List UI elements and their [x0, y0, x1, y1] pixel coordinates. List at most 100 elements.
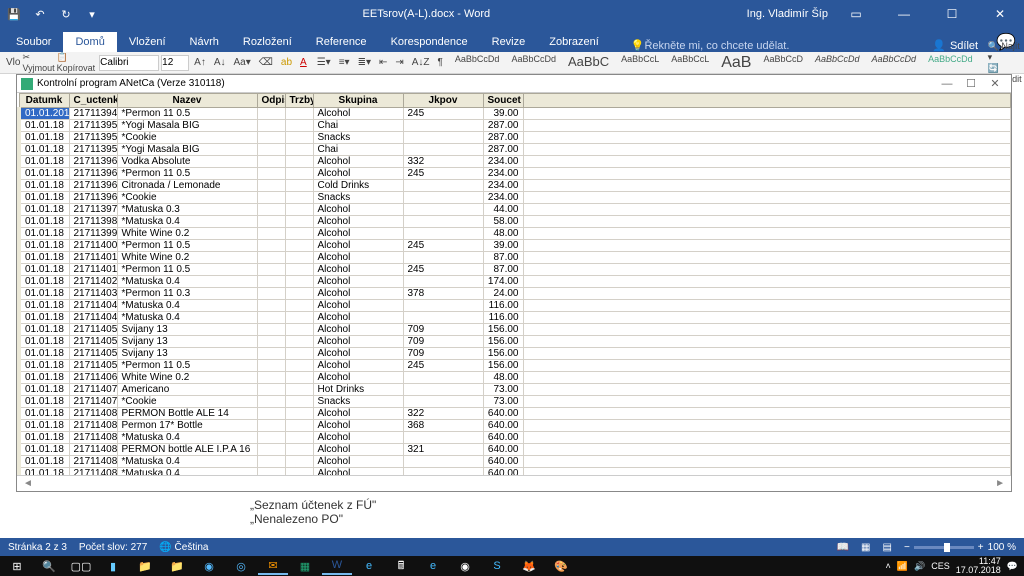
- multilevel-icon[interactable]: ≣▾: [355, 56, 374, 69]
- cell-trzby[interactable]: [285, 420, 313, 432]
- table-row[interactable]: 01.01.1821711404*Matuska 0.4Alcohol116.0…: [19, 312, 1011, 324]
- cell-c-uctenky[interactable]: 21711408: [69, 420, 117, 432]
- cell-nazev[interactable]: White Wine 0.2: [117, 228, 257, 240]
- style-quote[interactable]: AaBbCcDd: [923, 52, 978, 74]
- cell-soucet[interactable]: 44.00: [483, 204, 523, 216]
- paste-button[interactable]: Vlo: [6, 57, 20, 68]
- cell-soucet[interactable]: 640.00: [483, 432, 523, 444]
- decrease-indent-icon[interactable]: ⇤: [376, 56, 390, 69]
- taskbar-excel[interactable]: ▦: [290, 557, 320, 575]
- cell-trzby[interactable]: [285, 456, 313, 468]
- view-read-icon[interactable]: 📖: [837, 542, 849, 553]
- cell-trzby[interactable]: [285, 240, 313, 252]
- file-explorer-icon[interactable]: 📁: [130, 557, 160, 575]
- table-row[interactable]: 01.01.1821711398*Matuska 0.4Alcohol58.00: [19, 216, 1011, 228]
- cell-soucet[interactable]: 640.00: [483, 420, 523, 432]
- cell-trzby[interactable]: [285, 216, 313, 228]
- col-skupina[interactable]: Skupina: [313, 94, 403, 108]
- cell-soucet[interactable]: 640.00: [483, 456, 523, 468]
- cell-trzby[interactable]: [285, 408, 313, 420]
- cell-trzby[interactable]: [285, 432, 313, 444]
- status-words[interactable]: Počet slov: 277: [79, 542, 147, 553]
- shrink-font-icon[interactable]: A↓: [211, 56, 229, 69]
- zoom-slider[interactable]: [914, 546, 974, 549]
- save-icon[interactable]: 💾: [4, 4, 24, 24]
- cell-odpis[interactable]: [257, 180, 285, 192]
- cell-c-uctenky[interactable]: 21711396: [69, 180, 117, 192]
- cell-datumk[interactable]: 01.01.18: [19, 348, 69, 360]
- table-row[interactable]: 01.01.1821711407AmericanoHot Drinks73.00: [19, 384, 1011, 396]
- cell-odpis[interactable]: [257, 276, 285, 288]
- cell-skupina[interactable]: Chai: [313, 144, 403, 156]
- cell-jkpov[interactable]: [403, 228, 483, 240]
- sort-icon[interactable]: A↓Z: [409, 56, 433, 69]
- table-row[interactable]: 01.01.201821711394*Permon 11 0.5Alcohol2…: [19, 108, 1011, 120]
- table-row[interactable]: 01.01.1821711405*Permon 11 0.5Alcohol245…: [19, 360, 1011, 372]
- cell-odpis[interactable]: [257, 372, 285, 384]
- tell-me-input[interactable]: 💡 Řekněte mi, co chcete udělat.: [631, 39, 790, 52]
- cell-odpis[interactable]: [257, 288, 285, 300]
- cell-jkpov[interactable]: [403, 300, 483, 312]
- system-tray[interactable]: ˄ 📶 🔊 CES 11:47 17.07.2018 💬: [886, 557, 1022, 575]
- cell-datumk[interactable]: 01.01.18: [19, 204, 69, 216]
- table-row[interactable]: 01.01.1821711395*Yogi Masala BIGChai287.…: [19, 144, 1011, 156]
- cell-trzby[interactable]: [285, 336, 313, 348]
- redo-icon[interactable]: ↻: [56, 4, 76, 24]
- tab-layout[interactable]: Rozložení: [231, 32, 304, 52]
- style-title[interactable]: AaB: [716, 52, 756, 74]
- cell-datumk[interactable]: 01.01.18: [19, 372, 69, 384]
- task-view-icon[interactable]: ▢▢: [66, 557, 96, 575]
- table-row[interactable]: 01.01.1821711395*CookieSnacks287.00: [19, 132, 1011, 144]
- cell-odpis[interactable]: [257, 468, 285, 476]
- cell-jkpov[interactable]: 378: [403, 288, 483, 300]
- cell-trzby[interactable]: [285, 372, 313, 384]
- taskbar-app-2[interactable]: 📁: [162, 557, 192, 575]
- taskbar-paint[interactable]: 🎨: [546, 557, 576, 575]
- cell-trzby[interactable]: [285, 108, 313, 120]
- cell-odpis[interactable]: [257, 252, 285, 264]
- taskbar-app-4[interactable]: ◎: [226, 557, 256, 575]
- tab-home[interactable]: Domů: [63, 32, 116, 52]
- cell-jkpov[interactable]: 245: [403, 168, 483, 180]
- cell-soucet[interactable]: 640.00: [483, 468, 523, 476]
- cell-datumk[interactable]: 01.01.18: [19, 300, 69, 312]
- cell-datumk[interactable]: 01.01.18: [19, 360, 69, 372]
- cell-datumk[interactable]: 01.01.18: [19, 276, 69, 288]
- cell-trzby[interactable]: [285, 312, 313, 324]
- cell-soucet[interactable]: 640.00: [483, 408, 523, 420]
- cell-odpis[interactable]: [257, 312, 285, 324]
- tray-clock[interactable]: 11:47 17.07.2018: [956, 557, 1001, 575]
- cell-skupina[interactable]: Alcohol: [313, 216, 403, 228]
- cell-jkpov[interactable]: [403, 468, 483, 476]
- cell-nazev[interactable]: *Cookie: [117, 396, 257, 408]
- grid-close-icon[interactable]: ✕: [983, 77, 1007, 90]
- cell-c-uctenky[interactable]: 21711395: [69, 144, 117, 156]
- tray-network-icon[interactable]: 📶: [897, 561, 908, 572]
- cell-odpis[interactable]: [257, 168, 285, 180]
- cell-skupina[interactable]: Alcohol: [313, 324, 403, 336]
- cell-soucet[interactable]: 156.00: [483, 360, 523, 372]
- grid-titlebar[interactable]: Kontrolní program ANetCa (Verze 310118) …: [17, 75, 1011, 93]
- cell-odpis[interactable]: [257, 348, 285, 360]
- cell-datumk[interactable]: 01.01.18: [19, 468, 69, 476]
- cell-trzby[interactable]: [285, 300, 313, 312]
- cell-skupina[interactable]: Alcohol: [313, 312, 403, 324]
- cell-trzby[interactable]: [285, 132, 313, 144]
- tray-ime[interactable]: CES: [931, 561, 950, 571]
- cell-soucet[interactable]: 116.00: [483, 300, 523, 312]
- cell-odpis[interactable]: [257, 420, 285, 432]
- cell-nazev[interactable]: *Matuska 0.4: [117, 216, 257, 228]
- cell-soucet[interactable]: 39.00: [483, 240, 523, 252]
- cell-odpis[interactable]: [257, 360, 285, 372]
- table-row[interactable]: 01.01.1821711400*Permon 11 0.5Alcohol245…: [19, 240, 1011, 252]
- tab-view[interactable]: Zobrazení: [537, 32, 611, 52]
- cell-soucet[interactable]: 174.00: [483, 276, 523, 288]
- cell-jkpov[interactable]: [403, 192, 483, 204]
- cell-nazev[interactable]: *Permon 11 0.5: [117, 264, 257, 276]
- document-body[interactable]: „Seznam účtenek z FÚ" „Nenalezeno PO": [250, 498, 376, 526]
- cell-datumk[interactable]: 01.01.18: [19, 432, 69, 444]
- cell-nazev[interactable]: *Permon 11 0.3: [117, 288, 257, 300]
- cell-nazev[interactable]: Svijany 13: [117, 324, 257, 336]
- table-row[interactable]: 01.01.1821711405Svijany 13Alcohol709156.…: [19, 336, 1011, 348]
- cell-datumk[interactable]: 01.01.2018: [19, 108, 69, 120]
